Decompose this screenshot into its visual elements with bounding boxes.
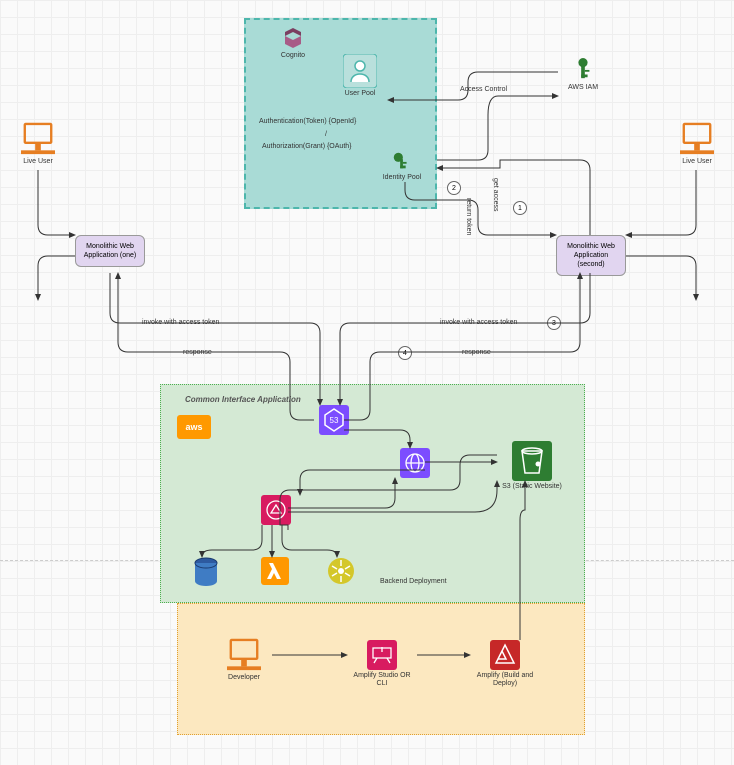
invoke1-label: invoke with access token: [142, 319, 219, 326]
dynamodb-icon: [188, 557, 224, 587]
step-4: 4: [398, 346, 412, 360]
amplify-backend-icon: [258, 495, 294, 525]
slash-label: /: [325, 131, 327, 138]
resp2-label: response: [462, 349, 491, 356]
developer-icon: Developer: [214, 638, 274, 682]
invoke2-label: invoke with access token: [440, 319, 517, 326]
appsync-icon: [323, 557, 359, 585]
svg-text:53: 53: [330, 416, 339, 425]
iam-icon: AWS IAM: [558, 56, 608, 92]
identity-pool-icon: Identity Pool: [377, 150, 427, 182]
return-token-label: return token: [465, 198, 472, 235]
route53-icon: 53: [314, 405, 354, 435]
authz-label: Authorization(Grant) {OAuth}: [262, 143, 352, 150]
cloudfront-icon: [395, 448, 435, 478]
s3-icon: S3 (Static Website): [497, 441, 567, 491]
cognito-icon: Cognito: [268, 26, 318, 60]
app-one-box: Monolithic Web Application (one): [75, 235, 145, 267]
auth-label: Authentication(Token) {OpenId}: [259, 118, 356, 125]
amplify-icon: Amplify (Build and Deploy): [470, 640, 540, 689]
app-two-box: Monolithic Web Application (second): [556, 235, 626, 276]
amplify-studio-icon: Amplify Studio OR CLI: [347, 640, 417, 689]
step-3: 3: [547, 316, 561, 330]
lambda-icon: [257, 557, 293, 585]
live-user-1-icon: Live User: [8, 122, 68, 166]
common-title: Common Interface Application: [185, 395, 301, 404]
step-2: 2: [447, 181, 461, 195]
aws-logo-icon: aws: [177, 415, 211, 439]
live-user-2-icon: Live User: [667, 122, 727, 166]
step-1: 1: [513, 201, 527, 215]
user-pool-icon: User Pool: [330, 54, 390, 98]
resp1-label: response: [183, 349, 212, 356]
backend-label: Backend Deployment: [380, 578, 447, 585]
access-control-label: Access Control: [460, 86, 507, 93]
get-access-label: get access: [492, 178, 499, 211]
